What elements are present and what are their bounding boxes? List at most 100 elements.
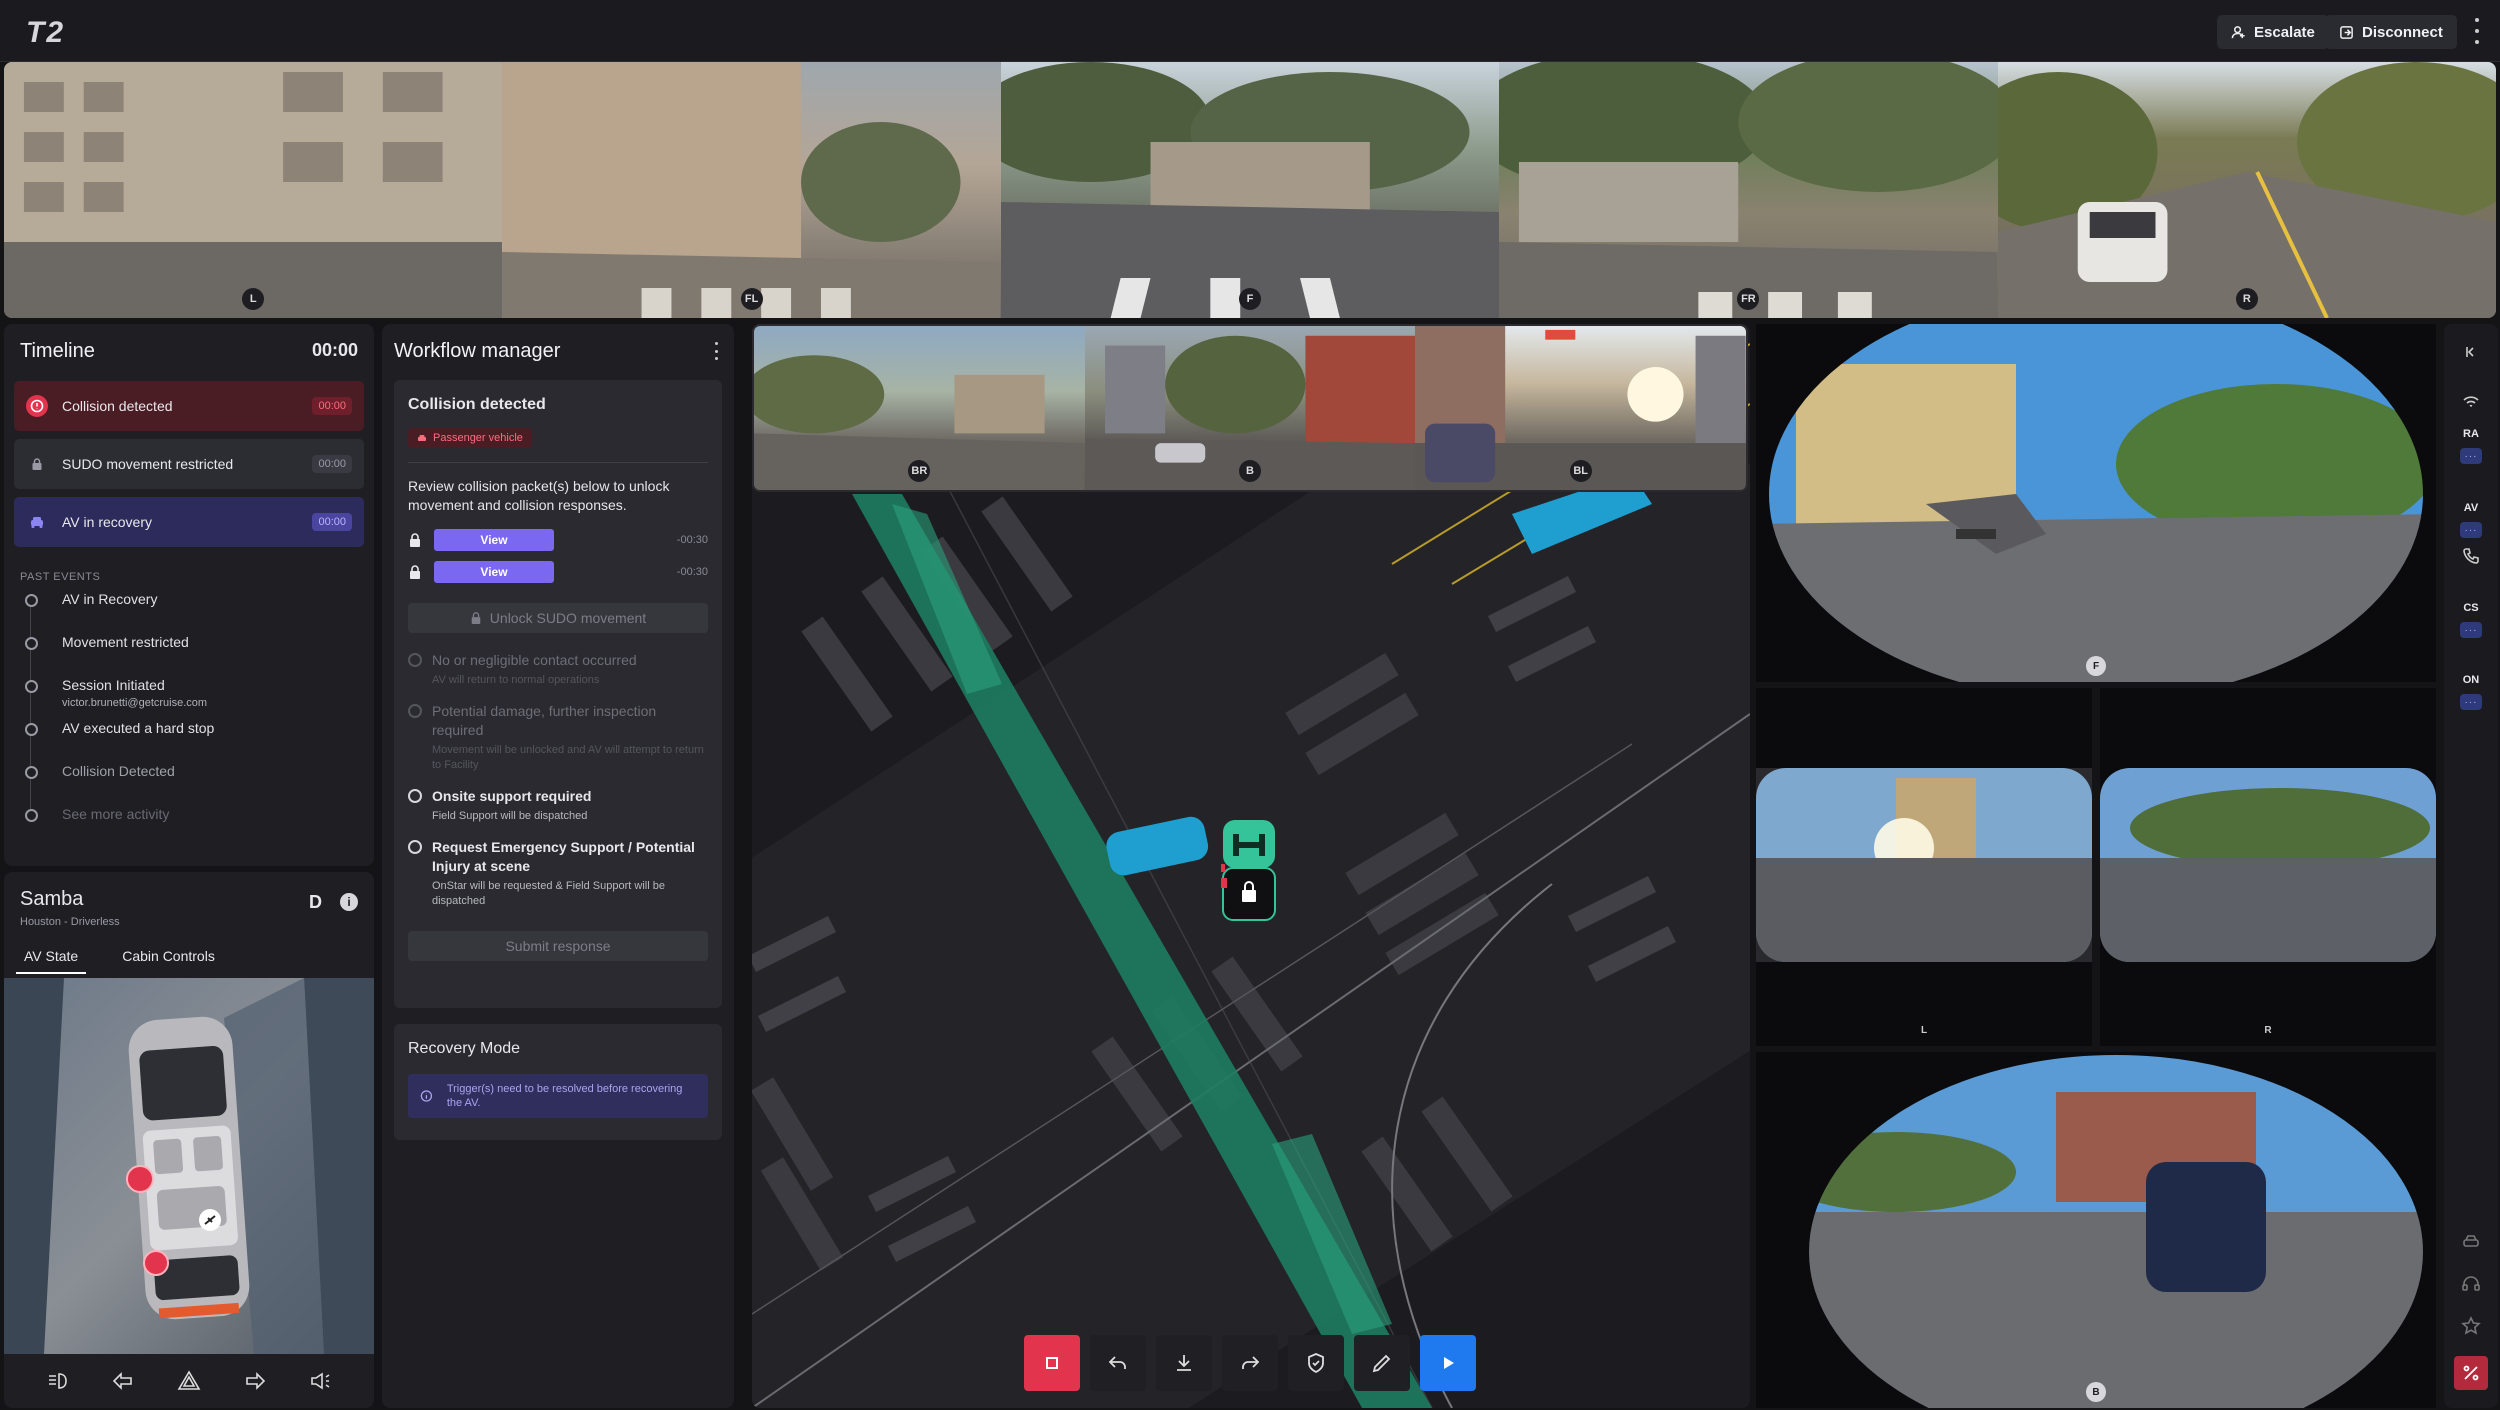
- camera-label: FR: [1737, 288, 1760, 310]
- camera-back-left[interactable]: BL: [1415, 326, 1746, 490]
- recovery-note: Trigger(s) need to be resolved before re…: [408, 1074, 708, 1118]
- right-rail: RA ··· AV ··· CS ··· ON ···: [2444, 324, 2498, 1408]
- option-emergency-support[interactable]: Request Emergency Support / Potential In…: [408, 838, 708, 909]
- hazard-icon[interactable]: [177, 1369, 201, 1393]
- camera-back[interactable]: B: [1084, 326, 1416, 490]
- option-subtitle: AV will return to normal operations: [432, 674, 600, 686]
- past-event-label: Movement restricted: [62, 634, 189, 650]
- play-icon: [1444, 1357, 1454, 1369]
- event-time: 00:00: [312, 513, 352, 531]
- camera-front[interactable]: F: [1000, 62, 1500, 318]
- rail-on[interactable]: ON: [2444, 674, 2498, 686]
- rail-av[interactable]: AV: [2444, 502, 2498, 514]
- submit-response-button[interactable]: Submit response: [408, 931, 708, 961]
- packet-time: -00:30: [676, 534, 708, 546]
- collapse-icon[interactable]: [2461, 342, 2481, 362]
- past-event[interactable]: AV in Recovery: [20, 591, 374, 634]
- disconnect-button[interactable]: Disconnect: [2325, 15, 2457, 49]
- info-icon[interactable]: i: [340, 893, 358, 911]
- radio-button[interactable]: [408, 704, 422, 718]
- front-camera-strip: L FL F FR R: [4, 62, 2496, 318]
- camera-left-scene: [4, 62, 503, 318]
- workflow-menu-icon[interactable]: [712, 342, 720, 360]
- star-icon[interactable]: [2461, 1316, 2481, 1336]
- more-menu-icon[interactable]: [2472, 18, 2482, 44]
- right-turn-signal-icon[interactable]: [243, 1369, 267, 1393]
- phone-icon[interactable]: [2461, 546, 2481, 566]
- draw-path-button[interactable]: [1354, 1335, 1410, 1391]
- past-event[interactable]: Session Initiated victor.brunetti@getcrui…: [20, 677, 374, 720]
- camera-front-scene: [1000, 62, 1500, 318]
- camera-label: L: [1920, 1024, 1928, 1036]
- horn-icon[interactable]: [308, 1369, 332, 1393]
- pencil-icon: [1372, 1354, 1391, 1373]
- passenger-vehicle-badge: Passenger vehicle: [408, 428, 532, 448]
- see-more-link[interactable]: See more activity: [20, 806, 374, 826]
- past-event[interactable]: Collision Detected: [20, 763, 374, 806]
- camera-front-left[interactable]: FL: [502, 62, 1001, 318]
- option-potential-damage[interactable]: Potential damage, further inspection req…: [408, 702, 708, 773]
- vehicle-name: Samba: [20, 888, 84, 910]
- camera-left[interactable]: L: [4, 62, 503, 318]
- undo-button[interactable]: [1090, 1335, 1146, 1391]
- fisheye-front-scene: [1763, 324, 2429, 682]
- fisheye-right[interactable]: R: [2100, 688, 2436, 1046]
- camera-back-right[interactable]: BR: [754, 326, 1085, 490]
- go-button[interactable]: [1420, 1335, 1476, 1391]
- disconnect-icon: [2340, 25, 2353, 39]
- collision-card-title: Collision detected: [408, 396, 546, 413]
- app-logo: T2: [26, 16, 66, 49]
- past-event[interactable]: AV executed a hard stop: [20, 720, 374, 763]
- camera-right[interactable]: R: [1997, 62, 2496, 318]
- fisheye-left[interactable]: L: [1756, 688, 2092, 1046]
- fisheye-back[interactable]: B: [1756, 1052, 2436, 1408]
- rail-ra[interactable]: RA: [2444, 428, 2498, 440]
- fisheye-front[interactable]: F: [1756, 324, 2436, 682]
- radio-button[interactable]: [408, 653, 422, 667]
- view-packet-button[interactable]: View: [434, 529, 554, 551]
- camera-label: F: [1239, 288, 1262, 310]
- divider: [408, 462, 708, 463]
- tab-cabin-controls[interactable]: Cabin Controls: [114, 948, 223, 974]
- rail-cs[interactable]: CS: [2444, 602, 2498, 614]
- past-event-label: AV in Recovery: [62, 591, 158, 607]
- past-events-heading: PAST EVENTS: [20, 571, 101, 583]
- info-icon: [420, 1090, 433, 1102]
- view-packet-button[interactable]: View: [434, 561, 554, 583]
- escalate-button[interactable]: Escalate: [2217, 15, 2329, 49]
- event-collision-detected[interactable]: Collision detected 00:00: [14, 381, 364, 431]
- radio-button[interactable]: [408, 840, 422, 854]
- vehicle-tabs: AV State Cabin Controls: [16, 948, 223, 974]
- unlock-sudo-label: Unlock SUDO movement: [489, 610, 647, 626]
- shield-button[interactable]: [1288, 1335, 1344, 1391]
- shield-icon: [1308, 1353, 1324, 1374]
- lock-icon: [410, 565, 420, 579]
- option-onsite-support[interactable]: Onsite support required Field Support wil…: [408, 787, 708, 824]
- past-event[interactable]: Movement restricted: [20, 634, 374, 677]
- radio-button[interactable]: [408, 789, 422, 803]
- camera-front-right[interactable]: FR: [1499, 62, 1998, 318]
- headlights-icon[interactable]: [46, 1369, 70, 1393]
- stop-button[interactable]: [1024, 1335, 1080, 1391]
- recovery-mode-title: Recovery Mode: [408, 1040, 521, 1057]
- rail-ra-status: ···: [2460, 448, 2482, 464]
- fisheye-left-scene: [1756, 768, 2092, 962]
- left-turn-signal-icon[interactable]: [111, 1369, 135, 1393]
- vehicle-3d-view[interactable]: [4, 978, 374, 1354]
- user-icon: [2231, 25, 2245, 38]
- emergency-button[interactable]: [2454, 1356, 2488, 1390]
- option-no-contact[interactable]: No or negligible contact occurred AV will…: [408, 651, 708, 688]
- event-sudo-restricted[interactable]: SUDO movement restricted 00:00: [14, 439, 364, 489]
- tab-av-state[interactable]: AV State: [16, 948, 87, 974]
- vehicle-icon[interactable]: [2461, 1232, 2481, 1252]
- event-av-recovery[interactable]: AV in recovery 00:00: [14, 497, 364, 547]
- unlock-sudo-button[interactable]: Unlock SUDO movement: [408, 603, 708, 633]
- redo-button[interactable]: [1222, 1335, 1278, 1391]
- headset-icon[interactable]: [2461, 1274, 2481, 1294]
- event-time: 00:00: [312, 397, 352, 415]
- camera-label: R: [2264, 1024, 2272, 1036]
- percent-icon: [2463, 1365, 2479, 1381]
- camera-label: F: [2086, 656, 2106, 676]
- collision-packet: View -00:30: [408, 529, 708, 551]
- download-button[interactable]: [1156, 1335, 1212, 1391]
